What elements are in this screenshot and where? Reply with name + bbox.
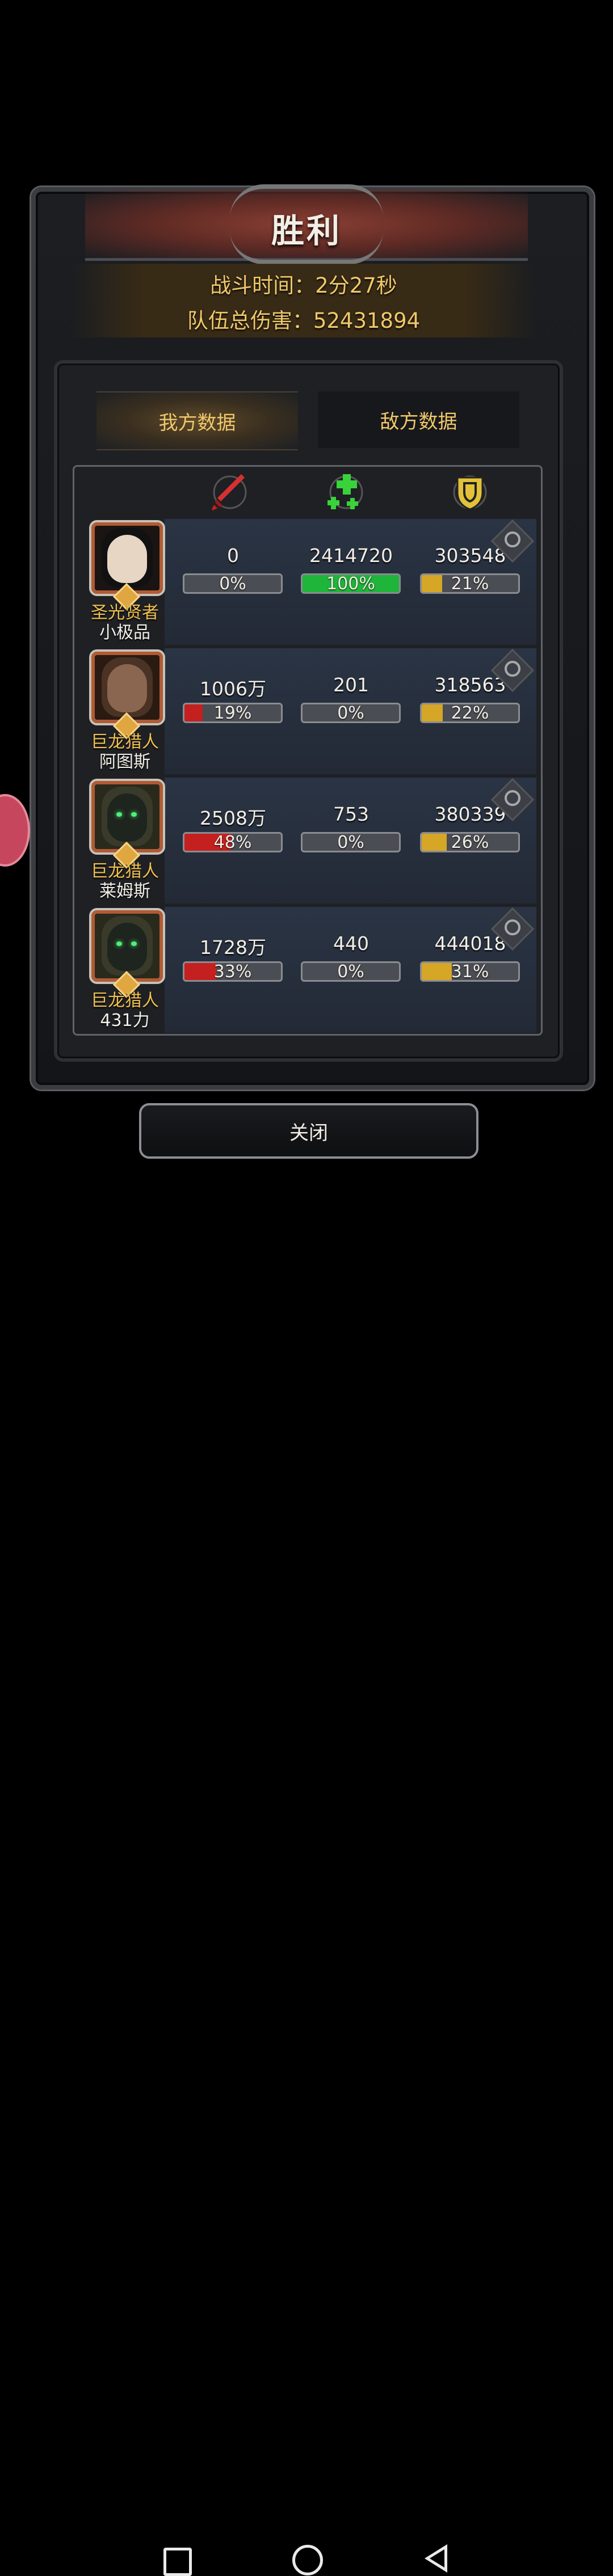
close-button[interactable]: 关闭 — [139, 1103, 478, 1159]
tank-percent: 31% — [451, 962, 489, 982]
damage-value: 1006万 — [200, 678, 266, 700]
damage-progress-bar: 19% — [183, 703, 283, 723]
heal-percent: 100% — [326, 574, 375, 594]
heal-percent: 0% — [337, 833, 364, 852]
heal-percent: 0% — [337, 703, 364, 723]
damage-percent: 19% — [213, 703, 252, 723]
heal-progress-bar: 0% — [301, 961, 401, 982]
portrait-face — [107, 793, 147, 842]
heal-progress-bar: 0% — [301, 703, 401, 723]
heal-progress-bar: 100% — [301, 573, 401, 594]
damage-progress-bar: 0% — [183, 573, 283, 594]
portrait-face — [107, 535, 147, 583]
damage-value: 0 — [227, 544, 239, 567]
magnifier-lens — [505, 790, 520, 806]
player-name: 431力 — [100, 1011, 150, 1031]
magnifier-lens — [505, 919, 520, 936]
heal-value: 201 — [333, 674, 369, 696]
portrait-face — [107, 923, 147, 971]
sword-damage-icon — [207, 470, 253, 515]
glowing-eye — [116, 812, 122, 817]
floating-bubble-button[interactable] — [0, 794, 30, 867]
heal-progress-bar: 0% — [301, 832, 401, 852]
damage-progress-bar: 48% — [183, 832, 283, 852]
heal-value: 2414720 — [309, 544, 393, 567]
tank-progress-bar: 31% — [420, 961, 520, 982]
tank-percent: 22% — [451, 703, 489, 723]
heal-percent: 0% — [337, 962, 364, 982]
portrait-face — [107, 664, 147, 712]
player-name: 小极品 — [99, 623, 150, 643]
total-damage: 队伍总伤害：52431894 — [187, 309, 421, 333]
glowing-eye — [131, 941, 137, 946]
damage-percent: 33% — [213, 962, 252, 982]
battle-summary: 战斗时间：2分27秒 队伍总伤害：52431894 — [71, 264, 536, 337]
tank-progress-bar: 22% — [420, 703, 520, 723]
glowing-eye — [131, 812, 137, 817]
tab-ally-data[interactable]: 我方数据 — [96, 391, 298, 450]
player-name: 莱姆斯 — [99, 881, 150, 901]
player-name: 阿图斯 — [99, 752, 150, 772]
magnifier-lens — [505, 661, 520, 677]
damage-value: 1728万 — [200, 936, 266, 958]
heal-value: 440 — [333, 932, 369, 955]
glowing-eye — [116, 941, 122, 946]
damage-percent: 0% — [219, 574, 246, 594]
battle-time: 战斗时间：2分27秒 — [210, 273, 397, 298]
tank-percent: 21% — [451, 574, 489, 594]
heal-value: 753 — [333, 803, 369, 825]
damage-percent: 48% — [213, 833, 252, 852]
recents-icon[interactable] — [163, 2548, 192, 2576]
back-icon[interactable] — [425, 2544, 447, 2573]
damage-progress-bar: 33% — [183, 961, 283, 982]
dialog-title: 胜利 — [271, 212, 342, 250]
shield-tank-icon — [447, 470, 493, 515]
tank-progress-bar: 26% — [420, 832, 520, 852]
heal-cross-icon — [324, 470, 369, 515]
tank-percent: 26% — [451, 833, 489, 852]
damage-value: 2508万 — [200, 807, 266, 829]
tab-enemy-data[interactable]: 敌方数据 — [318, 391, 519, 448]
tank-progress-bar: 21% — [420, 573, 520, 594]
system-nav-bar — [0, 1265, 613, 2576]
home-icon[interactable] — [292, 2545, 323, 2575]
magnifier-lens — [505, 531, 520, 548]
